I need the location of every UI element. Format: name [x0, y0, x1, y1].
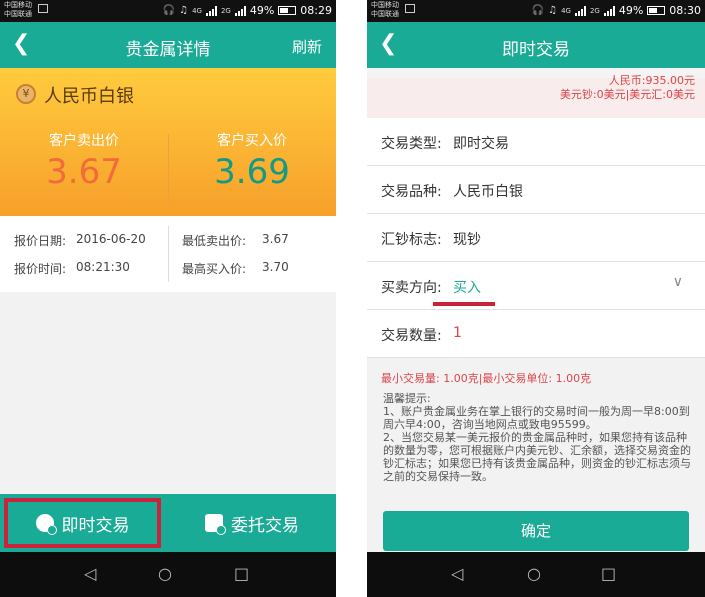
carrier-1: 中国移动: [371, 1, 399, 9]
cash-flag-label: 汇钞标志:: [381, 232, 442, 248]
quote-info: 报价日期: 2016-06-20 报价时间: 08:21:30 最低卖出价: 3…: [0, 216, 336, 292]
direction-label: 买卖方向:: [381, 280, 442, 296]
sell-price-block: 客户卖出价 3.67: [0, 130, 168, 192]
trade-type-label: 交易类型:: [381, 136, 442, 152]
trade-variety-value: 人民币白银: [453, 184, 523, 200]
android-nav-bar: ◁ ○ □: [0, 552, 336, 597]
max-buy-label: 最高买入价:: [182, 262, 247, 276]
metal-name: 人民币白银: [44, 86, 134, 107]
tab-instant-trade[interactable]: 即时交易: [4, 498, 161, 548]
network-type-2: 2G: [220, 6, 231, 15]
trade-type-row: 交易类型: 即时交易: [367, 118, 705, 166]
buy-price-label: 客户买入价: [217, 133, 287, 149]
network-type-1: 4G: [561, 6, 571, 15]
quantity-input[interactable]: 1: [453, 325, 462, 341]
image-notification-icon: [405, 4, 415, 13]
tips-block: 温馨提示: 1、账户贵金属业务在掌上银行的交易时间一般为周一早8:00到周六早4…: [367, 388, 705, 483]
clock: 08:30: [669, 4, 701, 17]
battery-percent: 49%: [618, 4, 644, 17]
direction-select[interactable]: 买卖方向: 买入 ∨: [367, 262, 705, 310]
min-trade-info: 最小交易量: 1.00克|最小交易单位: 1.00克: [381, 372, 592, 385]
cash-flag-row: 汇钞标志: 现钞: [367, 214, 705, 262]
highlight-underline: [433, 302, 495, 306]
page-title: 即时交易: [502, 40, 570, 60]
balance-usd: 美元钞:0美元|美元汇:0美元: [559, 88, 695, 101]
quote-date-value: 2016-06-20: [76, 232, 146, 246]
nav-recent-icon[interactable]: □: [601, 564, 616, 583]
price-panel: ¥ 人民币白银 客户卖出价 3.67 客户买入价 3.69: [0, 68, 336, 216]
min-sell-value: 3.67: [262, 232, 289, 246]
clock: 08:29: [300, 4, 332, 17]
quote-time-value: 08:21:30: [76, 260, 130, 274]
buy-price-value: 3.69: [214, 152, 290, 192]
quantity-label: 交易数量:: [381, 328, 442, 344]
signal-icon-2: [603, 5, 615, 16]
carrier-info: 中国移动 中国联通: [371, 1, 415, 19]
network-type-1: 4G: [192, 6, 202, 15]
trade-variety-row: 交易品种: 人民币白银: [367, 166, 705, 214]
tips-item-2: 2、当您交易某一美元报价的贵金属品种时，如果您持有该品种的数量为零，您可根据账户…: [383, 431, 691, 483]
page-title: 贵金属详情: [125, 40, 211, 60]
min-sell-label: 最低卖出价:: [182, 234, 247, 248]
balance-rmb: 人民币:935.00元: [608, 74, 695, 87]
trade-variety-label: 交易品种:: [381, 184, 442, 200]
instant-trade-icon: [35, 514, 57, 535]
quote-time-label: 报价时间:: [14, 262, 67, 276]
bottom-tab-bar: 即时交易 委托交易: [0, 494, 336, 552]
refresh-button[interactable]: 刷新: [292, 36, 322, 57]
sell-price-value: 3.67: [46, 152, 122, 192]
nav-home-icon[interactable]: ○: [527, 564, 541, 583]
nav-home-icon[interactable]: ○: [158, 564, 172, 583]
trade-type-value: 即时交易: [453, 136, 509, 152]
quantity-row[interactable]: 交易数量: 1: [367, 310, 705, 358]
header-bar: ❮ 贵金属详情 刷新: [0, 22, 336, 68]
signal-icon-2: [234, 5, 246, 16]
nav-recent-icon[interactable]: □: [234, 564, 249, 583]
headphones-icon: 🎧: [531, 5, 545, 16]
confirm-button[interactable]: 确定: [383, 511, 689, 551]
status-icons: 🎧 ♫ 4G 2G 49% 08:29: [163, 4, 332, 17]
info-divider: [168, 226, 169, 282]
image-notification-icon: [38, 4, 48, 13]
status-bar: 中国移动 中国联通 🎧 ♫ 4G 2G 49% 08:30: [367, 0, 705, 22]
battery-percent: 49%: [249, 4, 275, 17]
signal-icon: [574, 5, 586, 16]
signal-icon: [205, 5, 217, 16]
tab-entrust-label: 委托交易: [231, 515, 299, 536]
android-nav-bar: ◁ ○ □: [367, 552, 705, 597]
buy-price-block: 客户买入价 3.69: [168, 130, 336, 192]
account-balance: 人民币:935.00元 美元钞:0美元|美元汇:0美元: [367, 68, 705, 118]
quote-date-label: 报价日期:: [14, 234, 67, 248]
carrier-1: 中国移动: [4, 1, 32, 9]
silver-coin-icon: ¥: [16, 84, 36, 104]
direction-value[interactable]: 买入: [453, 277, 481, 297]
headphones-icon: 🎧: [162, 5, 176, 16]
nav-back-icon[interactable]: ◁: [84, 564, 96, 583]
right-screen: 中国移动 中国联通 🎧 ♫ 4G 2G 49% 08:30 ❮ 即时交易 人民币…: [367, 0, 705, 597]
tips-item-1: 1、账户贵金属业务在掌上银行的交易时间一般为周一早8:00到周六早4:00，咨询…: [383, 405, 690, 431]
carrier-2: 中国联通: [4, 10, 32, 18]
header-bar: ❮ 即时交易: [367, 22, 705, 68]
cash-flag-value: 现钞: [453, 232, 481, 248]
carrier-info: 中国移动 中国联通: [4, 1, 48, 19]
silent-icon: ♫: [548, 5, 558, 16]
tab-instant-label: 即时交易: [61, 515, 130, 536]
trade-form: 交易类型: 即时交易 交易品种: 人民币白银 汇钞标志: 现钞 买卖方向: 买入…: [367, 118, 705, 358]
nav-back-icon[interactable]: ◁: [451, 564, 463, 583]
left-screen: 中国移动 中国联通 🎧 ♫ 4G 2G 49% 08:29 ❮ 贵金属详情 刷新…: [0, 0, 336, 597]
network-type-2: 2G: [589, 6, 600, 15]
tips-title: 温馨提示:: [383, 392, 431, 405]
silent-icon: ♫: [179, 5, 189, 16]
tab-entrust-trade[interactable]: 委托交易: [168, 498, 336, 548]
carrier-2: 中国联通: [371, 10, 399, 18]
sell-price-label: 客户卖出价: [49, 133, 119, 149]
max-buy-value: 3.70: [262, 260, 289, 274]
battery-icon: [647, 6, 666, 15]
status-bar: 中国移动 中国联通 🎧 ♫ 4G 2G 49% 08:29: [0, 0, 336, 22]
status-icons: 🎧 ♫ 4G 2G 49% 08:30: [532, 4, 701, 17]
battery-icon: [278, 6, 297, 15]
entrust-trade-icon: [205, 514, 226, 535]
chevron-down-icon[interactable]: ∨: [673, 274, 683, 290]
